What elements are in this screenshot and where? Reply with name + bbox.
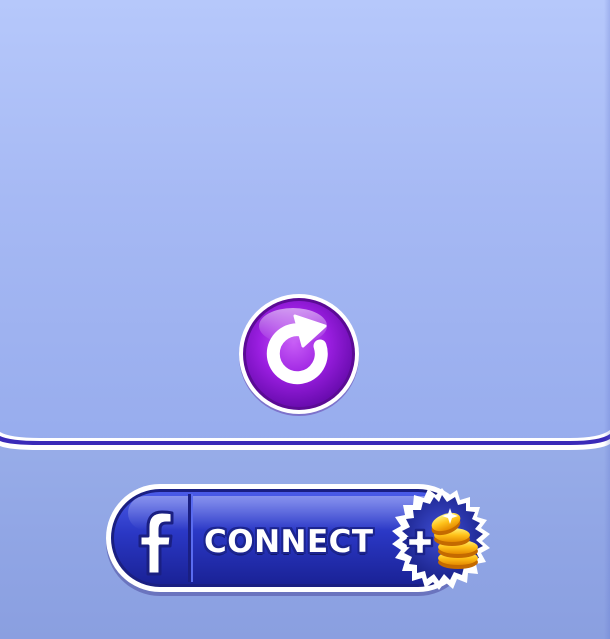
panel-divider bbox=[0, 430, 610, 450]
connect-label: CONNECT bbox=[204, 524, 374, 560]
plus-coins-icon bbox=[392, 488, 490, 590]
facebook-icon bbox=[138, 510, 174, 576]
replay-button[interactable] bbox=[237, 292, 361, 416]
right-edge-shadow bbox=[604, 0, 610, 639]
replay-icon bbox=[239, 294, 359, 416]
